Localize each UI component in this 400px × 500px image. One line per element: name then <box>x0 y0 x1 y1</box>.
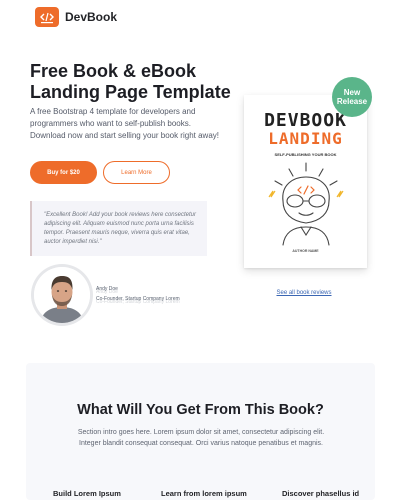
site-header: DevBook <box>0 0 400 38</box>
code-icon[interactable] <box>35 7 59 27</box>
badge-line1: New <box>343 88 361 97</box>
review-quote-block: "Excellent Book! Add your book reviews h… <box>30 201 207 256</box>
avatar-ring <box>31 264 93 326</box>
badge-line2: Release <box>336 97 368 106</box>
book-author: AUTHOR NAME <box>292 249 319 253</box>
section-title: What Will You Get From This Book? <box>77 402 324 418</box>
avatar <box>34 267 90 323</box>
author-title: Co-Founder, Startup Company Lorem <box>96 296 180 302</box>
feature-title-2: Learn from lorem ipsum <box>161 489 247 498</box>
brand-name[interactable]: DevBook <box>65 10 117 24</box>
feature-title-1: Build Lorem Ipsum <box>53 489 121 498</box>
review-quote: "Excellent Book! Add your book reviews h… <box>44 212 196 245</box>
feature-title-3: Discover phasellus id <box>282 489 360 498</box>
hero-title: Free Book & eBook Landing Page Template <box>30 61 231 102</box>
buy-button[interactable]: Buy for $20 <box>30 161 97 184</box>
book-title-line2: LANDING <box>268 129 343 148</box>
developer-illustration-icon <box>268 162 344 246</box>
see-all-reviews-link[interactable]: See all book reviews <box>242 290 366 296</box>
section-intro: Section intro goes here. Lorem ipsum dol… <box>77 429 325 447</box>
book-cover: DEVBOOK LANDING SELF-PUBLISHING YOUR BOO… <box>244 95 367 268</box>
hero-intro: A free Bootstrap 4 template for develope… <box>30 107 219 140</box>
book-subtitle: SELF-PUBLISHING YOUR BOOK <box>274 152 337 157</box>
learn-more-button[interactable]: Learn More <box>103 161 170 184</box>
author-name: Andy Doe <box>96 286 118 292</box>
new-release-badge: New Release <box>332 77 372 117</box>
